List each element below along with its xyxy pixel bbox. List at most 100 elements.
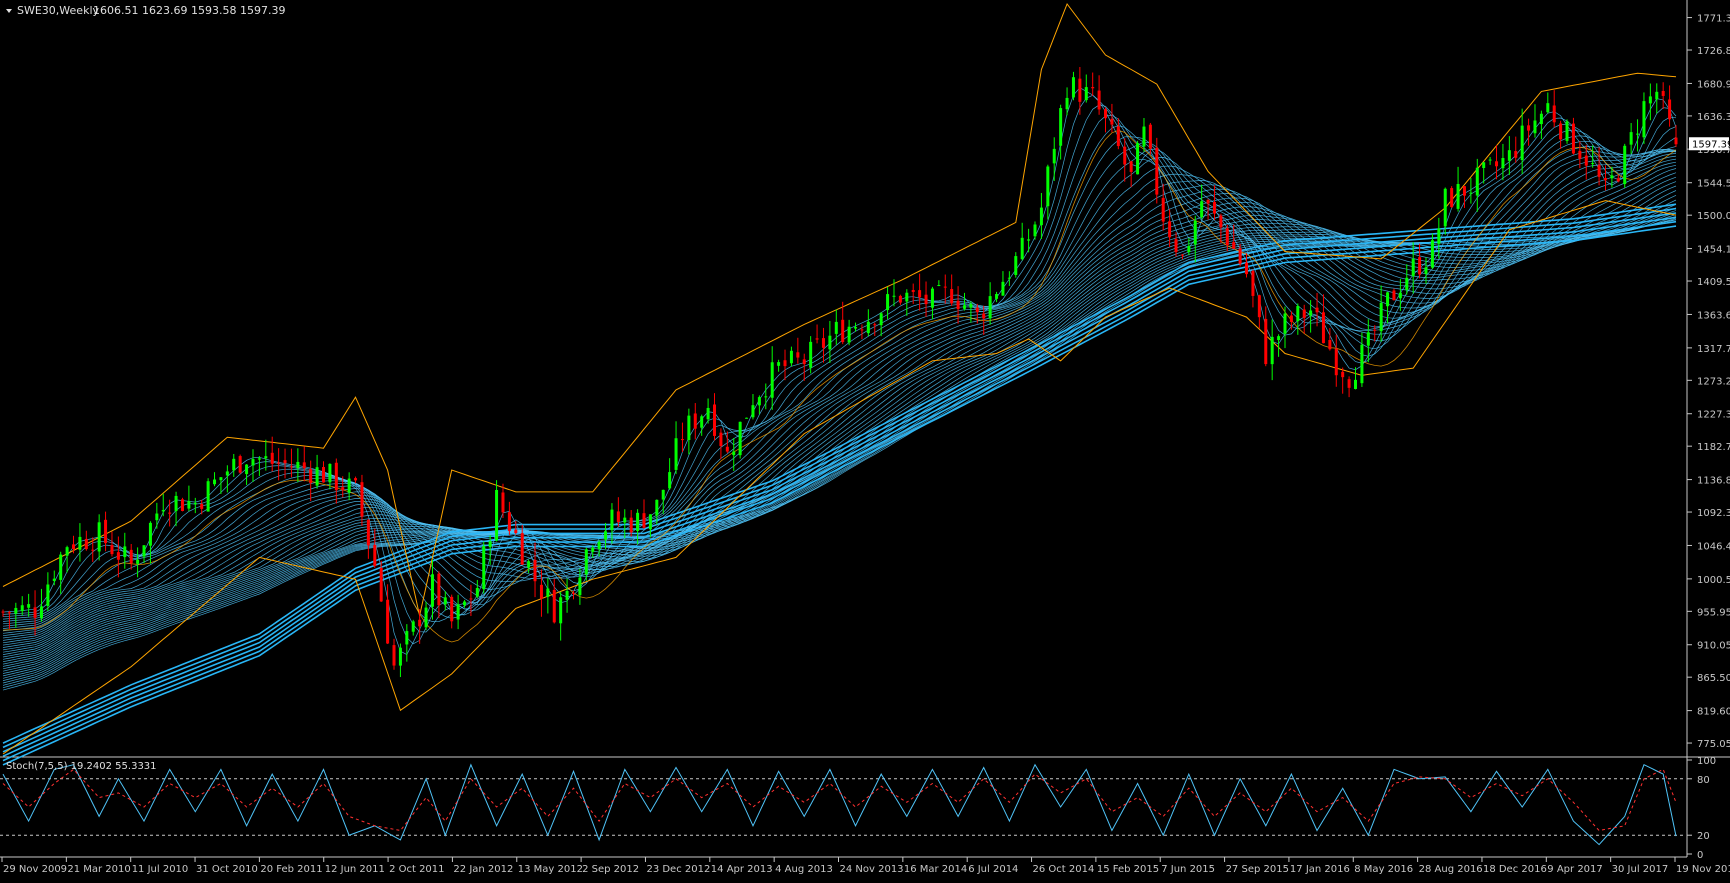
time-tick-label: 16 Mar 2014 [904, 864, 967, 875]
candle-body [161, 510, 165, 512]
candle-body [1232, 242, 1236, 249]
candle-body [507, 512, 511, 531]
candle-body [745, 417, 749, 419]
candle-body [193, 502, 197, 505]
candle-body [1264, 318, 1268, 365]
candle-body [687, 415, 691, 441]
candle-body [995, 294, 999, 299]
candle-body [264, 456, 268, 459]
candle-body [1661, 90, 1665, 96]
price-tick-label: 1136.85 [1697, 476, 1730, 487]
candle-body [430, 574, 434, 607]
ohlc-label: 1606.51 1623.69 1593.58 1597.39 [93, 4, 285, 17]
candle-body [1007, 277, 1011, 279]
candle-body [514, 529, 518, 534]
stoch-tick-label: 100 [1697, 756, 1716, 767]
candle-body [668, 472, 672, 489]
candle-body [20, 605, 24, 612]
candle-body [463, 601, 467, 606]
candle-body [1123, 146, 1127, 165]
candle-body [155, 513, 159, 521]
candle-body [257, 458, 261, 460]
candle-body [354, 478, 358, 481]
time-tick-label: 22 Jan 2012 [453, 864, 513, 875]
candle-body [552, 589, 556, 623]
candle-body [1462, 186, 1466, 196]
candle-body [78, 536, 82, 550]
candle-body [65, 547, 69, 556]
candle-body [405, 631, 409, 645]
candle-body [809, 341, 813, 368]
candle-body [738, 421, 742, 456]
candle-body [1507, 150, 1511, 161]
candle-body [937, 285, 941, 287]
candle-body [1456, 183, 1460, 209]
stoch-tick-label: 80 [1697, 775, 1710, 786]
candle-body [764, 396, 768, 398]
candle-body [873, 324, 877, 326]
candle-body [443, 597, 447, 605]
candle-body [129, 549, 133, 564]
time-tick-label: 13 May 2012 [518, 864, 583, 875]
candle-body [879, 313, 883, 326]
candle-body [1443, 188, 1447, 227]
time-tick-label: 2 Oct 2011 [389, 864, 444, 875]
candle-body [1238, 248, 1242, 264]
candle-body [911, 290, 915, 292]
price-tick-label: 1227.30 [1697, 410, 1730, 421]
candle-body [238, 456, 242, 473]
candle-body [373, 544, 377, 566]
candle-body [719, 432, 723, 447]
candle-body [1148, 124, 1152, 149]
candle-body [1059, 108, 1063, 146]
candle-body [1257, 295, 1261, 318]
time-tick-label: 4 Aug 2013 [775, 864, 833, 875]
candle-body [1405, 277, 1409, 290]
time-tick-label: 31 Oct 2010 [196, 864, 258, 875]
candle-body [1078, 78, 1082, 102]
candle-body [591, 547, 595, 552]
candle-body [597, 541, 601, 549]
time-tick-label: 18 Dec 2016 [1483, 864, 1547, 875]
candle-body [1571, 123, 1575, 154]
candle-body [1001, 281, 1005, 296]
candle-body [777, 362, 781, 366]
candle-body [584, 549, 588, 575]
candle-body [821, 338, 825, 348]
candle-body [1321, 312, 1325, 344]
candle-body [1091, 87, 1095, 89]
candle-body [123, 546, 127, 558]
candle-body [1129, 161, 1133, 172]
candle-body [1616, 178, 1620, 182]
candle-body [456, 604, 460, 620]
candle-body [495, 489, 499, 541]
candle-body [539, 584, 543, 599]
candle-body [1668, 99, 1672, 120]
candle-body [392, 645, 396, 666]
candle-body [1469, 192, 1473, 194]
candle-body [251, 459, 255, 466]
candle-body [680, 439, 684, 441]
candle-body [1539, 113, 1543, 125]
candle-body [1386, 292, 1390, 307]
candle-body [1283, 313, 1287, 334]
candle-body [1674, 137, 1678, 145]
price-tick-label: 1771.35 [1697, 14, 1730, 25]
candle-body [930, 288, 934, 308]
candle-body [347, 478, 351, 493]
time-tick-label: 17 Jan 2016 [1290, 864, 1350, 875]
candle-body [655, 499, 659, 516]
candle-body [1450, 188, 1454, 207]
candle-body [648, 514, 652, 530]
price-tick-label: 1273.20 [1697, 376, 1730, 387]
candle-body [1623, 145, 1627, 185]
time-tick-label: 12 Jun 2011 [325, 864, 385, 875]
candle-body [219, 477, 223, 481]
time-tick-label: 8 May 2016 [1354, 864, 1413, 875]
candle-body [1347, 379, 1351, 388]
time-tick-label: 6 Jul 2014 [968, 864, 1018, 875]
candle-body [1251, 270, 1255, 296]
candle-body [1373, 329, 1377, 331]
candle-body [1514, 151, 1518, 158]
candle-body [924, 294, 928, 305]
